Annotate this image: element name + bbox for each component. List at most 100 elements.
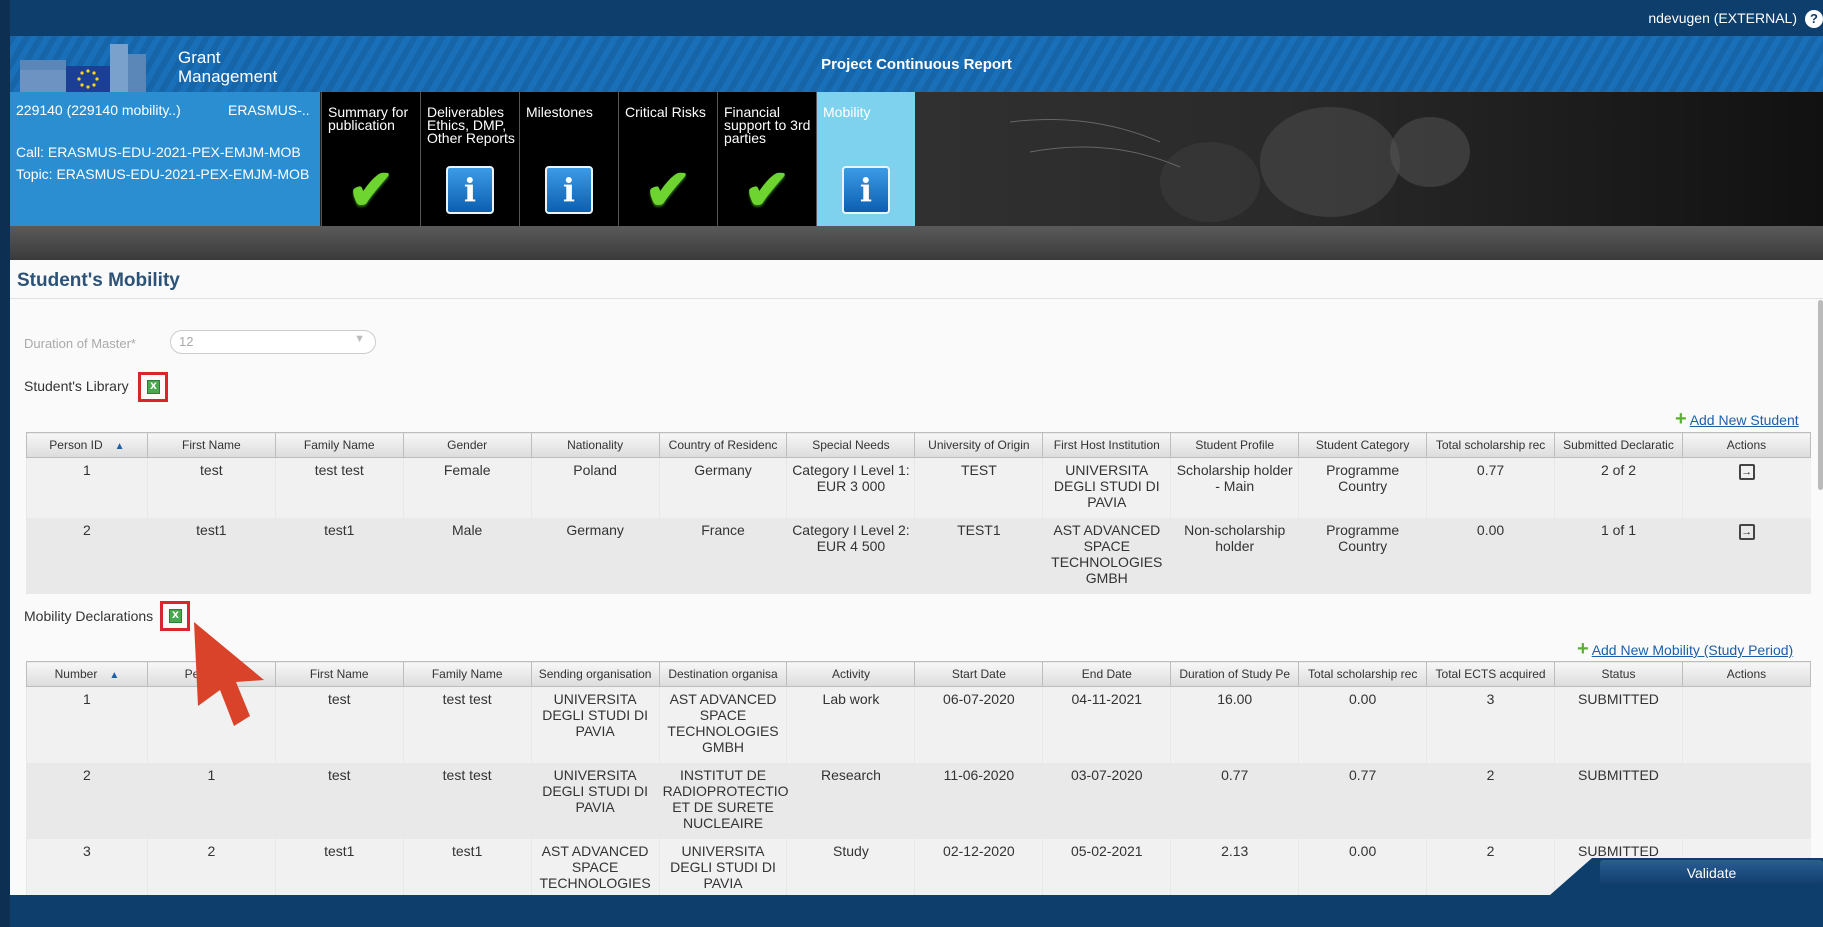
col-student-category[interactable]: Student Category <box>1298 432 1428 458</box>
col-first-host-institution[interactable]: First Host Institution <box>1042 432 1172 458</box>
add-new-student-link[interactable]: + Add New Student <box>1675 408 1799 431</box>
report-navigation: 229140 (229140 mobility..) ERASMUS-.. Ca… <box>10 92 1823 226</box>
duration-select[interactable]: 12 ▼ <box>170 330 376 354</box>
tab-label: Milestones <box>526 104 593 120</box>
cell: 3 <box>1426 686 1555 763</box>
cell: 0.00 <box>1298 686 1427 763</box>
cell: AST ADVANCED SPACE TECHNOLOGIES <box>530 839 660 899</box>
students-table: Person ID ▲ First Name Family Name Gender… <box>26 432 1812 594</box>
cell: UNIVERSITA DEGLI STUDI DI PAVIA <box>530 763 660 839</box>
col-actions: Actions <box>1681 432 1812 458</box>
project-programme: ERASMUS-.. <box>228 102 310 118</box>
plus-icon: + <box>1675 408 1687 430</box>
table-row[interactable]: 2 test1 test1 Male Germany France Catego… <box>26 518 1811 594</box>
cell: AST ADVANCED SPACE TECHNOLOGIES GMBH <box>658 686 787 763</box>
col-university-of-origin[interactable]: University of Origin <box>914 432 1044 458</box>
cell: INSTITUT DE RADIOPROTECTIO ET DE SURETE … <box>658 763 789 839</box>
top-bar: ndevugen (EXTERNAL)? <box>10 0 1823 36</box>
cell: Scholarship holder - Main <box>1170 457 1299 518</box>
col-activity[interactable]: Activity <box>786 661 916 687</box>
open-details-icon[interactable]: → <box>1738 464 1755 480</box>
add-new-mobility-link[interactable]: + Add New Mobility (Study Period) <box>1577 638 1793 661</box>
col-person-id[interactable]: Person ID ▲ <box>26 432 148 458</box>
col-duration[interactable]: Duration of Study Pe <box>1170 661 1300 687</box>
col-status[interactable]: Status <box>1554 661 1683 687</box>
mobility-table: Number▲ Person ID First Name Family Name… <box>26 661 1812 899</box>
cell: TEST <box>914 457 1043 518</box>
project-id: 229140 (229140 mobility..) <box>16 102 181 118</box>
cell: Programme Country <box>1298 518 1427 594</box>
tab-label: Deliverables Ethics, DMP, Other Reports <box>427 104 515 146</box>
user-name[interactable]: ndevugen (EXTERNAL) <box>1648 10 1797 26</box>
cell: Study <box>786 839 915 899</box>
mobility-header-row: Number▲ Person ID First Name Family Name… <box>26 661 1812 687</box>
tab-label: Summary for publication <box>328 104 409 133</box>
col-total-ects[interactable]: Total ECTS acquired <box>1426 661 1556 687</box>
cell: 0.77 <box>1298 763 1427 839</box>
help-icon[interactable]: ? <box>1805 10 1823 28</box>
tab-deliverables[interactable]: Deliverables Ethics, DMP, Other Reports … <box>420 92 519 226</box>
tab-label: Critical Risks <box>625 104 706 120</box>
cell: test <box>274 686 404 763</box>
duration-label: Duration of Master* <box>24 336 136 351</box>
col-country-of-residence[interactable]: Country of Residenc <box>658 432 788 458</box>
tab-mobility[interactable]: Mobility i <box>816 92 915 226</box>
tab-milestones[interactable]: Milestones i <box>519 92 618 226</box>
cell: 1 <box>146 763 276 839</box>
table-row[interactable]: 1 test test test UNIVERSITA DEGLI STUDI … <box>26 686 1811 763</box>
col-student-profile[interactable]: Student Profile <box>1170 432 1300 458</box>
students-library-label: Student's Library <box>24 378 129 394</box>
col-nationality[interactable]: Nationality <box>530 432 660 458</box>
table-row[interactable]: 1 test test test Female Poland Germany C… <box>26 457 1811 518</box>
col-start-date[interactable]: Start Date <box>914 661 1044 687</box>
cell: Germany <box>658 457 787 518</box>
tab-summary-for-publication[interactable]: Summary for publication ✔ <box>321 92 420 226</box>
vertical-scrollbar[interactable] <box>1818 300 1823 490</box>
col-total-scholarship[interactable]: Total scholarship rec <box>1298 661 1428 687</box>
cell: → <box>1681 457 1811 518</box>
cell: AST ADVANCED SPACE TECHNOLOGIES GMBH <box>1042 518 1171 594</box>
table-row[interactable]: 3 2 test1 test1 AST ADVANCED SPACE TECHN… <box>26 839 1811 899</box>
col-family-name[interactable]: Family Name <box>402 661 532 687</box>
cell: UNIVERSITA DEGLI STUDI DI PAVIA <box>1042 457 1171 518</box>
cell: France <box>658 518 787 594</box>
tab-label: Financial support to 3rd parties <box>724 104 811 146</box>
col-family-name[interactable]: Family Name <box>274 432 404 458</box>
info-icon: i <box>446 166 494 214</box>
cell: test test <box>274 457 404 518</box>
col-sending-organisation[interactable]: Sending organisation <box>530 661 660 687</box>
col-first-name[interactable]: First Name <box>146 432 276 458</box>
table-row[interactable]: 2 1 test test test UNIVERSITA DEGLI STUD… <box>26 763 1811 839</box>
col-total-scholarship[interactable]: Total scholarship rec <box>1426 432 1556 458</box>
export-excel-icon[interactable]: X <box>160 601 190 631</box>
cell: Programme Country <box>1298 457 1427 518</box>
toolbar-strip <box>10 226 1823 260</box>
cell: test1 <box>402 839 532 899</box>
duration-value: 12 <box>179 334 194 349</box>
col-destination-organisation[interactable]: Destination organisa <box>658 661 788 687</box>
cell: 0.00 <box>1298 839 1427 899</box>
col-number[interactable]: Number ▲ <box>26 661 148 687</box>
cell <box>1681 763 1811 839</box>
validate-button[interactable]: Validate <box>1600 860 1823 886</box>
cell: test <box>146 457 276 518</box>
tab-critical-risks[interactable]: Critical Risks ✔ <box>618 92 717 226</box>
mobility-declarations-label: Mobility Declarations <box>24 608 154 624</box>
col-gender[interactable]: Gender <box>402 432 532 458</box>
cell: Poland <box>530 457 660 518</box>
col-special-needs[interactable]: Special Needs <box>786 432 916 458</box>
cell: test1 <box>274 518 404 594</box>
col-end-date[interactable]: End Date <box>1042 661 1172 687</box>
plus-icon: + <box>1577 638 1589 660</box>
cell: 11-06-2020 <box>914 763 1043 839</box>
col-submitted-declarations[interactable]: Submitted Declaratic <box>1554 432 1683 458</box>
cell: SUBMITTED <box>1554 763 1683 839</box>
cell: 1 <box>26 686 148 763</box>
project-panel[interactable]: 229140 (229140 mobility..) ERASMUS-.. Ca… <box>10 92 320 226</box>
tab-financial-support[interactable]: Financial support to 3rd parties ✔ <box>717 92 816 226</box>
open-details-icon[interactable]: → <box>1738 524 1755 540</box>
export-excel-icon[interactable]: X <box>138 372 168 402</box>
pointer-arrow-icon <box>194 622 264 726</box>
cell: test <box>274 763 404 839</box>
col-first-name[interactable]: First Name <box>274 661 404 687</box>
